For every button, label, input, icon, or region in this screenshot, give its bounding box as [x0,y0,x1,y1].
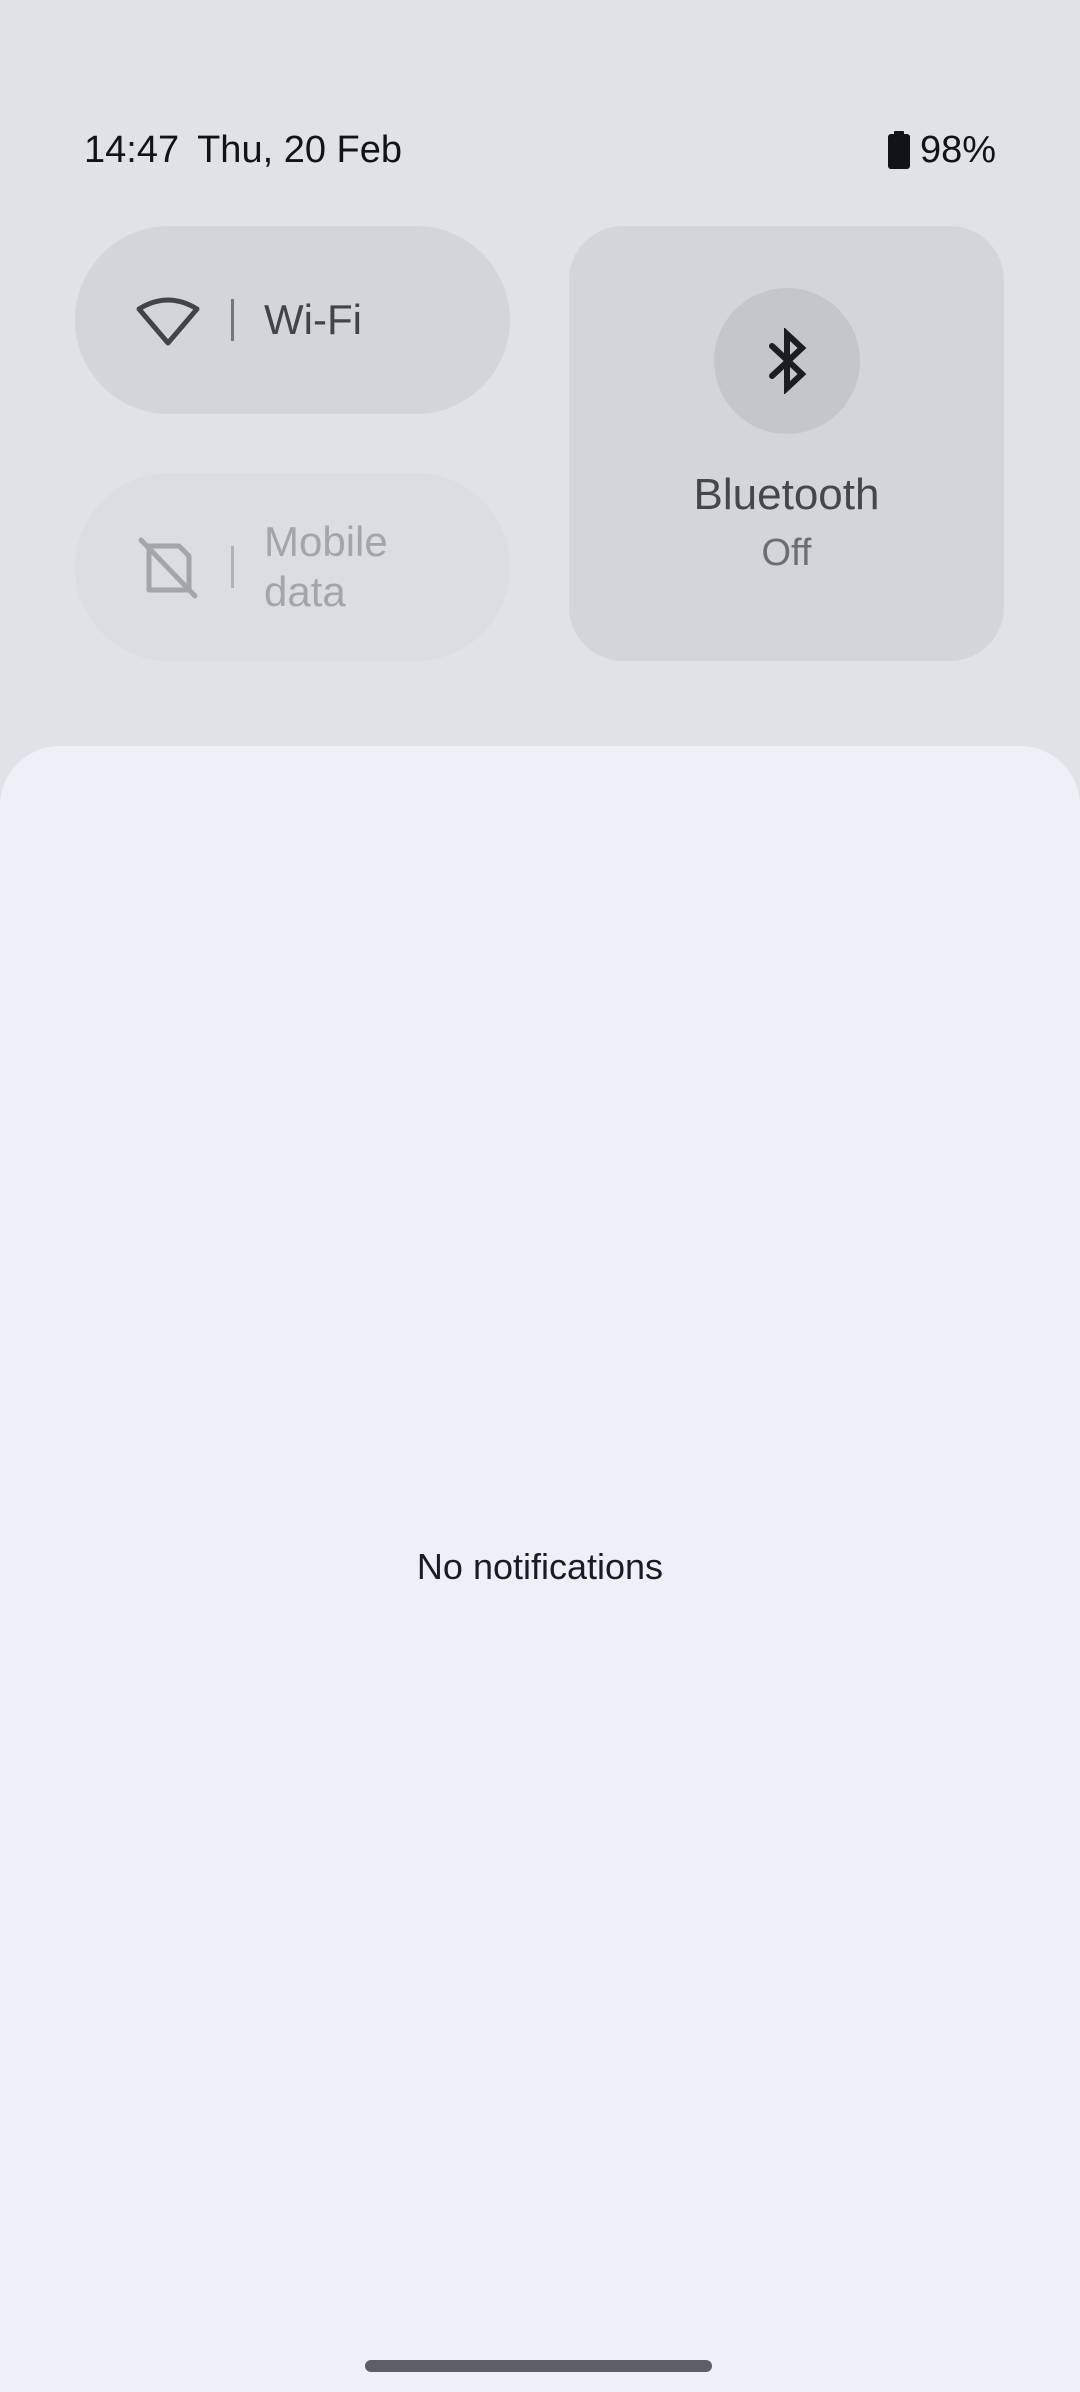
bluetooth-label: Bluetooth [693,470,880,519]
status-left: 14:47 Thu, 20 Feb [84,129,402,172]
wifi-label: Wi-Fi [264,296,362,343]
wifi-tile[interactable]: Wi-Fi [75,226,510,414]
empty-notifications-text: No notifications [416,1546,664,1587]
wifi-icon [135,287,201,353]
notification-panel: No notifications [0,746,1080,2392]
battery-percentage: 98% [919,128,996,171]
clock: 14:47 [84,128,180,171]
status-bar: 14:47 Thu, 20 Feb 98% [84,120,996,180]
bluetooth-icon [758,328,816,394]
tile-divider [231,546,234,588]
home-indicator[interactable] [365,2360,712,2372]
mobile-data-off-icon [135,534,201,600]
bluetooth-tile[interactable]: Bluetooth Off [569,226,1004,661]
tile-divider [231,299,234,341]
mobile-data-label: Mobile data [264,518,388,615]
battery-full-icon [887,131,910,169]
date: Thu, 20 Feb [197,128,402,171]
mobile-data-tile[interactable]: Mobile data [75,473,510,661]
bluetooth-toggle[interactable] [713,288,860,434]
status-right: 98% [887,128,996,172]
bluetooth-state: Off [761,532,812,574]
